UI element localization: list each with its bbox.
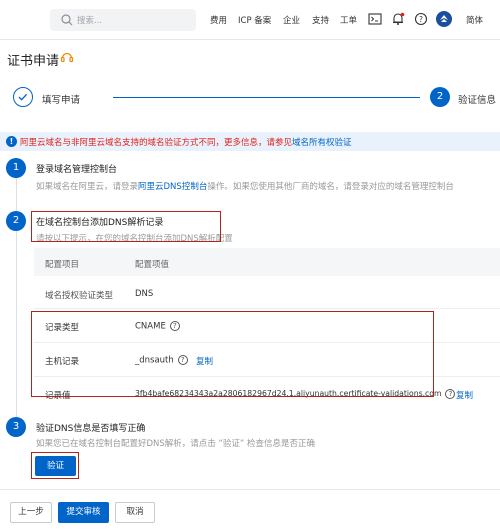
table-row: 域名授权验证类型 DNS <box>34 276 500 309</box>
column-header-item: 配置项目 <box>45 260 80 270</box>
check-icon <box>18 93 28 101</box>
table-row: 记录类型 CNAME? <box>34 309 500 343</box>
nav-icp[interactable]: ICP 备案 <box>238 14 271 26</box>
row-name: 域名授权验证类型 <box>45 291 114 301</box>
search-input[interactable]: 搜索... <box>77 14 102 26</box>
row-value: 3fb4bafe68234343a2a2806182967d24.1.aliyu… <box>135 389 456 399</box>
row-name: 记录类型 <box>45 323 80 333</box>
section-2-number: 2 <box>6 211 26 231</box>
headset-icon[interactable] <box>60 50 74 64</box>
section-3-title: 验证DNS信息是否填写正确 <box>36 424 146 434</box>
terminal-icon[interactable] <box>368 12 382 26</box>
step-1-done-indicator <box>13 87 33 107</box>
notice-banner: ! 阿里云域名与非阿里云域名支持的域名验证方式不同，更多信息，请参见域名所有权验… <box>0 132 500 151</box>
table-header: 配置项目 配置项值 <box>34 248 500 276</box>
nav-ticket[interactable]: 工单 <box>340 14 357 26</box>
timeline-connector <box>16 177 17 211</box>
section-1-desc: 如果域名在阿里云，请登录阿里云DNS控制台操作。如果您使用其他厂商的域名，请登录… <box>36 182 454 192</box>
page-title: 证书申请 <box>7 54 60 69</box>
verify-button[interactable]: 验证 <box>35 456 76 476</box>
svg-text:?: ? <box>419 15 423 24</box>
avatar[interactable] <box>436 11 452 27</box>
section-3-desc: 如果您已在域名控制台配置好DNS解析，请点击 “验证” 检查信息是否正确 <box>36 439 316 449</box>
search-box[interactable]: 搜索... <box>50 9 196 31</box>
step-1-label: 填写申请 <box>42 95 81 106</box>
nav-enterprise[interactable]: 企业 <box>283 14 300 26</box>
section-2-desc: 请按以下提示，在您的域名控制台添加DNS解析配置 <box>36 234 233 244</box>
row-value: CNAME? <box>135 321 180 332</box>
language-switch[interactable]: 简体 <box>466 14 483 26</box>
top-navigation-bar: 搜索... 费用 ICP 备案 企业 支持 工单 ? 简体 <box>0 0 500 40</box>
help-icon[interactable]: ? <box>445 389 456 399</box>
table-row: 记录值 3fb4bafe68234343a2a2806182967d24.1.a… <box>34 377 500 411</box>
help-icon[interactable]: ? <box>414 12 428 26</box>
row-name: 主机记录 <box>45 357 80 367</box>
cancel-button[interactable]: 取消 <box>115 502 155 523</box>
nav-fees[interactable]: 费用 <box>210 14 227 26</box>
section-2-title: 在域名控制台添加DNS解析记录 <box>36 218 164 228</box>
timeline-connector <box>16 230 17 417</box>
row-name: 记录值 <box>45 391 71 401</box>
section-1-title: 登录域名管理控制台 <box>36 165 118 175</box>
help-icon[interactable]: ? <box>177 355 188 365</box>
step-2-label: 验证信息 <box>458 95 497 106</box>
domain-ownership-link[interactable]: 域名所有权验证 <box>292 138 352 148</box>
section-3-number: 3 <box>6 417 26 437</box>
info-icon: ! <box>6 136 17 147</box>
copy-host-record-button[interactable]: 复制 <box>196 355 213 367</box>
row-value: _dnsauth? <box>135 355 188 366</box>
help-icon[interactable]: ? <box>169 321 180 331</box>
nav-support[interactable]: 支持 <box>312 14 329 26</box>
notice-text: 阿里云域名与非阿里云域名支持的域名验证方式不同，更多信息，请参见域名所有权验证 <box>20 138 352 148</box>
footer-divider <box>0 489 500 490</box>
bell-icon[interactable] <box>391 12 405 26</box>
row-value: DNS <box>135 289 154 299</box>
step-2-indicator: 2 <box>430 87 450 107</box>
submit-review-button[interactable]: 提交审核 <box>58 502 109 523</box>
column-header-value: 配置项值 <box>135 260 170 270</box>
alidns-console-link[interactable]: 阿里云DNS控制台 <box>138 182 207 192</box>
copy-record-value-button[interactable]: 复制 <box>456 389 473 401</box>
search-icon <box>61 14 73 26</box>
step-connector <box>113 97 420 98</box>
section-1-number: 1 <box>6 158 26 178</box>
prev-step-button[interactable]: 上一步 <box>10 502 52 523</box>
table-row: 主机记录 _dnsauth? 复制 <box>34 343 500 377</box>
